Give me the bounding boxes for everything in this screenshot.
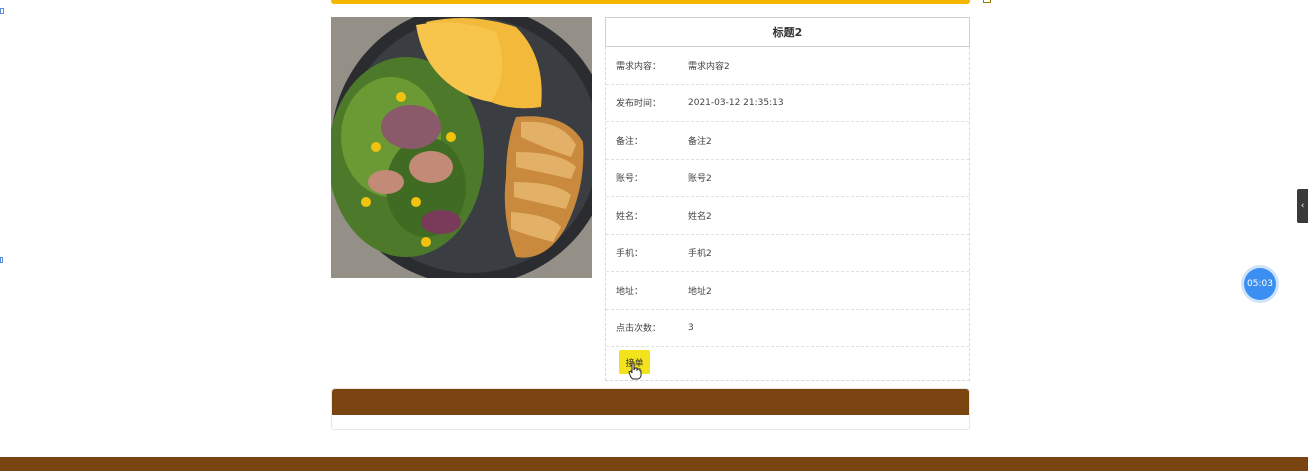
detail-label: 手机： bbox=[616, 249, 644, 259]
section-header-bar bbox=[332, 389, 969, 415]
detail-value: 2021-03-12 21:35:13 bbox=[688, 97, 784, 108]
detail-title: 标题2 bbox=[605, 17, 970, 47]
detail-value: 手机2 bbox=[688, 249, 712, 259]
left-edge-marker bbox=[0, 257, 3, 263]
detail-row-demand: 需求内容： 需求内容2 bbox=[606, 47, 969, 85]
detail-value: 3 bbox=[688, 322, 694, 333]
detail-panel: 标题2 需求内容： 需求内容2 发布时间： 2021-03-12 21:35:1… bbox=[605, 17, 970, 381]
top-bar-icon bbox=[983, 0, 991, 3]
salad-plate-image bbox=[331, 17, 592, 278]
detail-row-phone: 手机： 手机2 bbox=[606, 234, 969, 272]
detail-value: 姓名2 bbox=[688, 212, 712, 222]
detail-label: 点击次数： bbox=[616, 324, 662, 334]
detail-label: 地址： bbox=[616, 287, 644, 297]
detail-value: 账号2 bbox=[688, 174, 712, 184]
detail-label: 备注： bbox=[616, 137, 644, 147]
detail-row-publish-time: 发布时间： 2021-03-12 21:35:13 bbox=[606, 84, 969, 122]
footer-bar bbox=[0, 457, 1308, 471]
detail-row-click-count: 点击次数： 3 bbox=[606, 309, 969, 347]
detail-value: 备注2 bbox=[688, 137, 712, 147]
detail-row-account: 账号： 账号2 bbox=[606, 159, 969, 197]
detail-row-remark: 备注： 备注2 bbox=[606, 122, 969, 160]
hand-pointer-icon bbox=[628, 362, 642, 380]
timer-badge[interactable]: 05:03 bbox=[1244, 268, 1276, 300]
detail-row-name: 姓名： 姓名2 bbox=[606, 197, 969, 235]
detail-label: 发布时间： bbox=[616, 99, 662, 109]
detail-value: 需求内容2 bbox=[688, 62, 730, 72]
detail-row-address: 地址： 地址2 bbox=[606, 272, 969, 310]
content-section bbox=[331, 388, 970, 430]
detail-label: 账号： bbox=[616, 174, 644, 184]
product-image bbox=[331, 17, 592, 278]
page: 标题2 需求内容： 需求内容2 发布时间： 2021-03-12 21:35:1… bbox=[0, 0, 1308, 471]
top-accent-bar bbox=[331, 0, 991, 4]
detail-value: 地址2 bbox=[688, 287, 712, 297]
detail-label: 需求内容： bbox=[616, 62, 662, 72]
detail-label: 姓名： bbox=[616, 212, 644, 222]
left-edge-marker bbox=[0, 8, 4, 14]
chevron-left-icon[interactable]: ‹ bbox=[1297, 189, 1308, 223]
